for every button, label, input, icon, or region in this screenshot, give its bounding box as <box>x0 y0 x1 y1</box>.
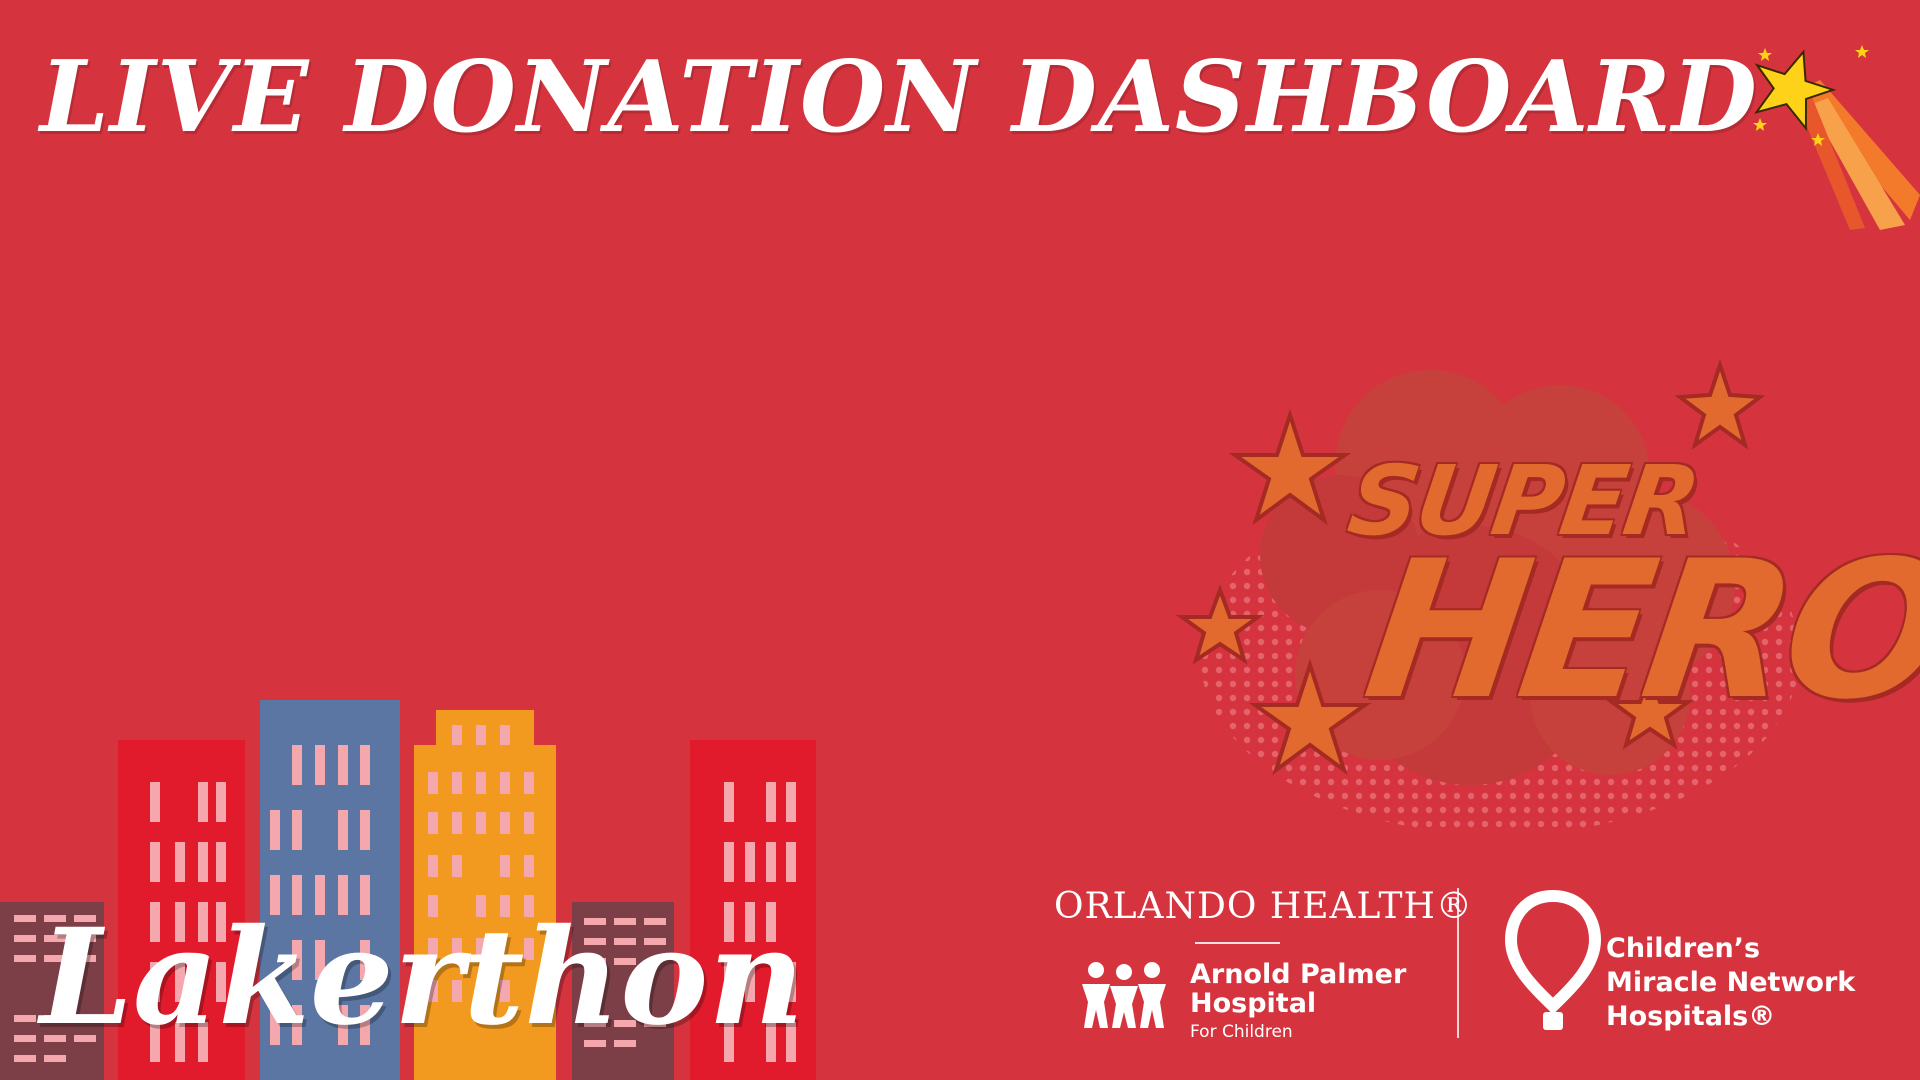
page-title: LIVE DONATION DASHBOARD <box>40 40 1758 155</box>
sponsor-logos: ORLANDO HEALTH® Arnold Palmer Hospital F… <box>1050 880 1880 1060</box>
cmn-line3: Hospitals® <box>1606 1001 1776 1032</box>
cmn-line2: Miracle Network <box>1606 967 1856 998</box>
cmn-line1: Children’s <box>1606 933 1761 964</box>
hospital-name-line1: Arnold Palmer <box>1190 959 1407 990</box>
balloon-icon <box>1505 889 1601 1030</box>
superhero-badge: SUPER HERO <box>1170 355 1920 855</box>
badge-hero-text: HERO <box>1354 520 1920 741</box>
orlando-health-logo: ORLANDO HEALTH® <box>1054 886 1473 927</box>
shooting-star-icon <box>1753 45 1920 230</box>
hospital-name-line2: Hospital <box>1190 988 1317 1019</box>
event-name: Lakerthon <box>40 900 805 1055</box>
children-group-icon <box>1082 962 1166 1028</box>
logo-divider <box>1457 888 1459 1038</box>
hospital-name-line3: For Children <box>1190 1022 1293 1042</box>
logo-rule <box>1195 942 1280 944</box>
